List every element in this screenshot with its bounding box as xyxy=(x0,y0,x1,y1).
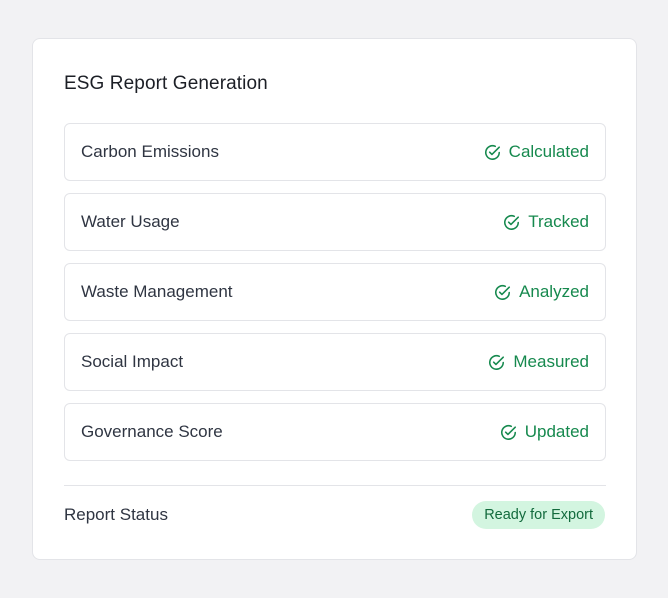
esg-report-card: ESG Report Generation Carbon Emissions C… xyxy=(32,38,637,560)
divider xyxy=(64,485,606,486)
item-status: Measured xyxy=(488,352,589,372)
check-circle-icon xyxy=(495,284,511,300)
item-status: Tracked xyxy=(503,212,589,232)
check-circle-icon xyxy=(489,354,505,370)
status-text: Analyzed xyxy=(519,282,589,301)
status-text: Calculated xyxy=(508,142,589,161)
item-status: Analyzed xyxy=(494,282,589,302)
item-status: Calculated xyxy=(484,142,589,162)
report-status-label: Report Status xyxy=(64,505,168,524)
status-text: Tracked xyxy=(528,212,589,231)
item-label: Waste Management xyxy=(81,282,233,301)
status-badge: Ready for Export xyxy=(472,501,605,529)
metrics-list: Carbon Emissions Calculated Water Usage … xyxy=(64,123,606,473)
check-circle-icon xyxy=(500,424,516,440)
check-circle-icon xyxy=(504,214,520,230)
item-label: Water Usage xyxy=(81,212,180,231)
status-text: Updated xyxy=(524,422,589,441)
list-item-governance-score: Governance Score Updated xyxy=(64,403,606,461)
list-item-carbon-emissions: Carbon Emissions Calculated xyxy=(64,123,606,181)
item-label: Governance Score xyxy=(81,422,223,441)
list-item-water-usage: Water Usage Tracked xyxy=(64,193,606,251)
item-label: Social Impact xyxy=(81,352,184,371)
list-item-waste-management: Waste Management Analyzed xyxy=(64,263,606,321)
card-title: ESG Report Generation xyxy=(64,73,268,94)
item-status: Updated xyxy=(500,422,589,442)
check-circle-icon xyxy=(484,144,500,160)
status-text: Measured xyxy=(513,352,589,371)
list-item-social-impact: Social Impact Measured xyxy=(64,333,606,391)
item-label: Carbon Emissions xyxy=(81,142,219,161)
